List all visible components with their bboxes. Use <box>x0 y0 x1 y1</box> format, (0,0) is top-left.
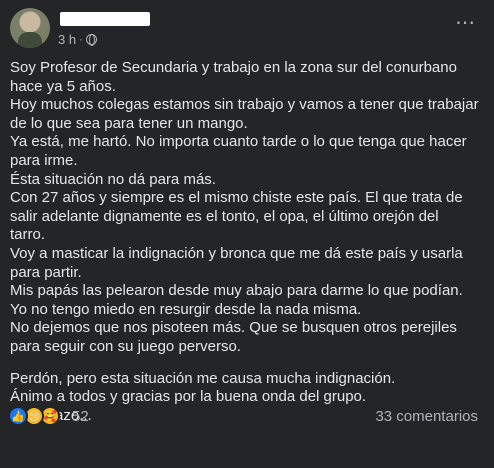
body-line: Con 27 años y siempre es el mismo chiste… <box>10 189 463 207</box>
post-header: 3 h · ⋯ <box>10 8 484 52</box>
like-icon: 👍 <box>8 406 28 426</box>
globe-icon <box>85 34 97 46</box>
more-options-icon[interactable]: ⋯ <box>455 13 476 33</box>
reaction-count[interactable]: 52 <box>72 408 89 425</box>
post-card: 3 h · ⋯ Soy Profesor de Secundaria y tra… <box>0 0 494 468</box>
body-line: Ésta situación no dá para más. <box>10 170 216 188</box>
body-line: salir adelante dignamente es el tonto, e… <box>10 207 439 225</box>
closing-line: Ánimo a todos y gracias por la buena ond… <box>10 388 367 406</box>
body-line: hace ya 5 años. <box>10 77 116 95</box>
reactions-summary[interactable]: 👍 😢 🥰 <box>8 406 60 426</box>
body-line: para partir. <box>10 263 82 281</box>
body-line: para irme. <box>10 151 78 169</box>
closing-line: Perdón, pero esta situación me causa muc… <box>10 369 396 387</box>
meta-separator: · <box>79 33 83 46</box>
author-name-redacted[interactable] <box>60 12 150 26</box>
body-line: para seguir con su juego perverso. <box>10 337 241 355</box>
comments-count-link[interactable]: 33 comentarios <box>375 408 478 425</box>
post-body: Soy Profesor de Secundaria y trabajo en … <box>10 59 486 425</box>
avatar[interactable] <box>10 8 50 48</box>
body-line: Yo no tengo miedo en resurgir desde la n… <box>10 300 362 318</box>
body-line: tarro. <box>10 226 46 244</box>
body-line: Voy a masticar la indignación y bronca q… <box>10 244 463 262</box>
body-line: No dejemos que nos pisoteen más. Que se … <box>10 319 457 337</box>
post-footer: 👍 😢 🥰 52 33 comentarios <box>8 406 482 428</box>
body-line: de lo que sea para tener un mango. <box>10 114 248 132</box>
post-time[interactable]: 3 h <box>58 32 76 47</box>
body-line: Mis papás las pelearon desde muy abajo p… <box>10 282 463 300</box>
post-meta: 3 h · <box>58 32 97 47</box>
body-line: Hoy muchos colegas estamos sin trabajo y… <box>10 96 479 114</box>
body-line: Soy Profesor de Secundaria y trabajo en … <box>10 59 457 76</box>
body-line: Ya está, me hartó. No importa cuanto tar… <box>10 133 467 151</box>
